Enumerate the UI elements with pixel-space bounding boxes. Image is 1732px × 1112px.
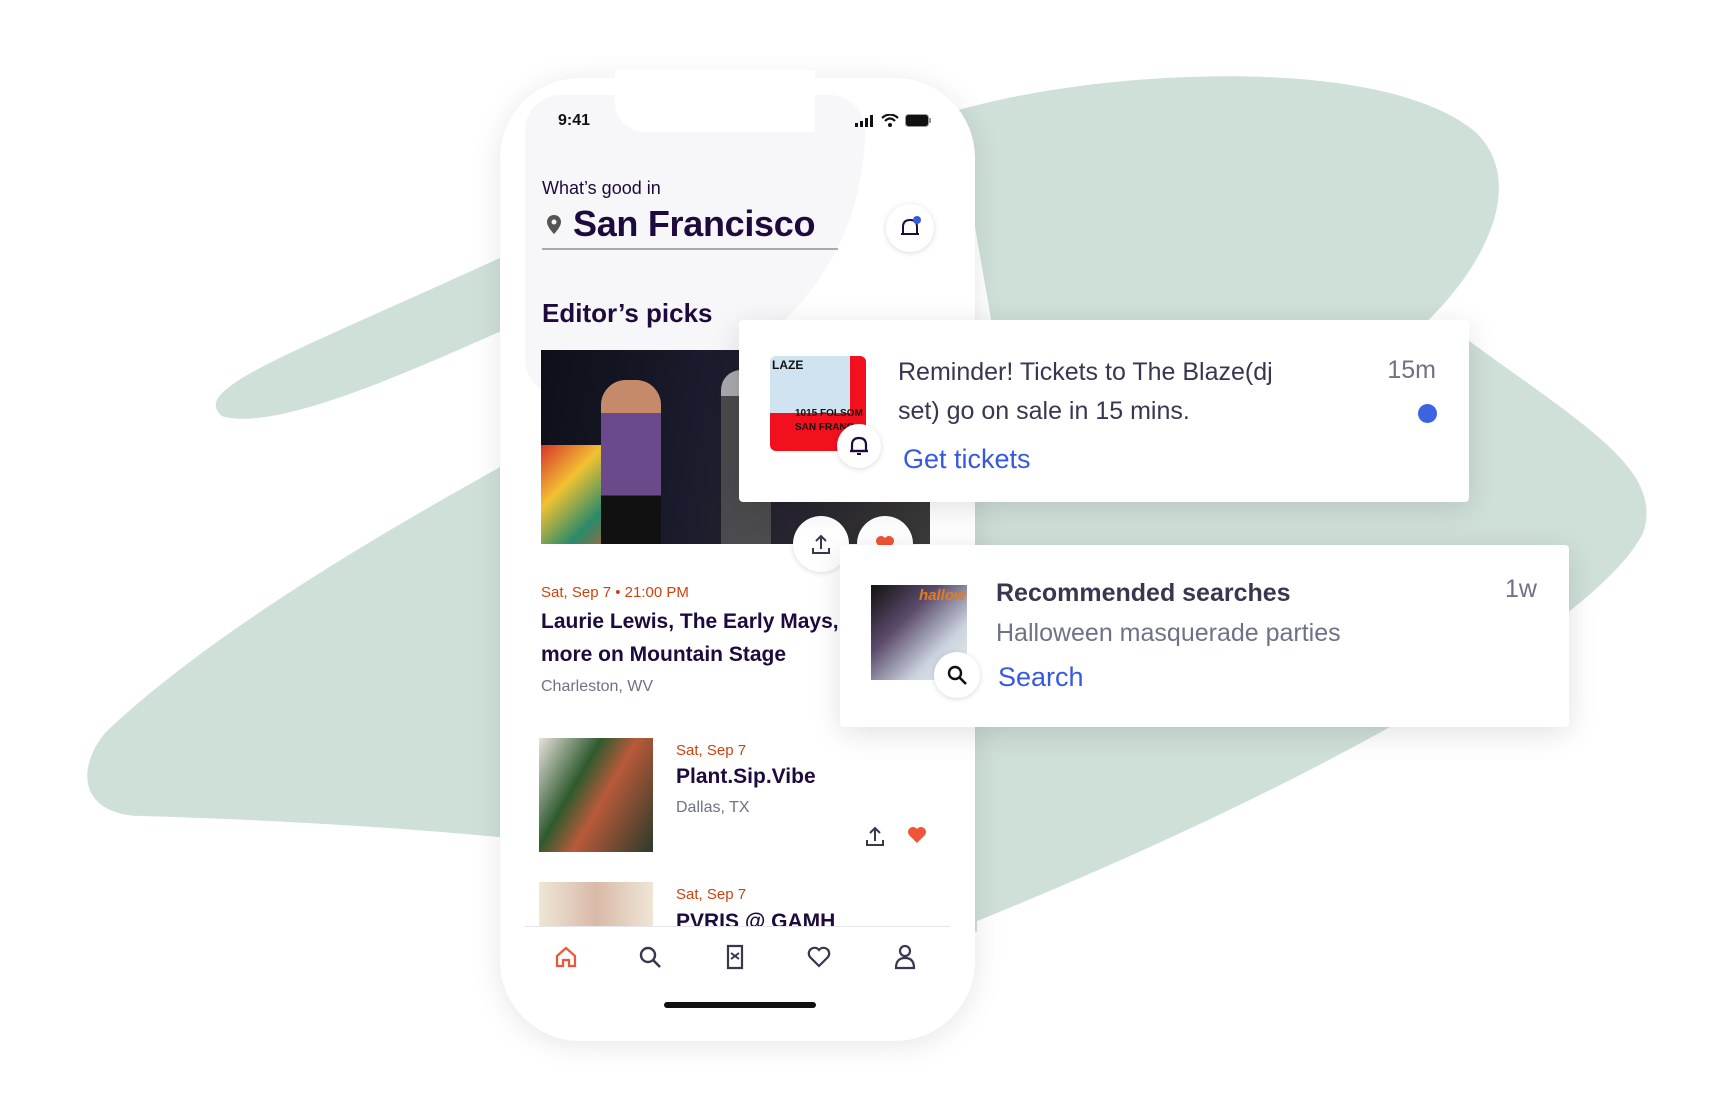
search-icon <box>947 665 967 685</box>
city-underline <box>542 248 838 250</box>
featured-title-line2[interactable]: more on Mountain Stage <box>541 639 786 671</box>
share-icon[interactable] <box>865 825 885 847</box>
phone-notch <box>615 70 815 132</box>
status-time: 9:41 <box>558 112 591 129</box>
notification-title: Recommended searches <box>996 579 1291 607</box>
event-location: Dallas, TX <box>676 799 750 816</box>
blob-left <box>215 253 522 419</box>
tab-tickets[interactable] <box>718 940 752 974</box>
event-title[interactable]: PVRIS @ GAMH <box>676 906 835 926</box>
event-thumbnail[interactable] <box>539 738 653 852</box>
location-prompt: What’s good in <box>542 178 661 198</box>
event-row-clipped: Sat, Sep 7 PVRIS @ GAMH <box>525 870 950 926</box>
featured-title-line1[interactable]: Laurie Lewis, The Early Mays, <box>541 606 841 638</box>
bell-icon <box>901 216 921 235</box>
notification-age: 15m <box>1387 356 1436 384</box>
event-thumbnail[interactable] <box>539 882 653 926</box>
get-tickets-link[interactable]: Get tickets <box>903 444 1031 475</box>
location-pin-icon <box>547 215 561 234</box>
heart-icon <box>807 946 831 968</box>
event-date: Sat, Sep 7 <box>676 886 747 903</box>
share-icon <box>812 534 830 554</box>
city-selector[interactable]: San Francisco <box>573 203 816 245</box>
tab-likes[interactable] <box>802 940 836 974</box>
notification-message-line2: set) go on sale in 15 mins. <box>898 397 1190 425</box>
featured-location: Charleston, WV <box>541 678 654 695</box>
heart-icon[interactable] <box>907 826 927 844</box>
section-title: Editor’s picks <box>542 298 713 328</box>
notification-recommended-search[interactable]: hallow Recommended searches Halloween ma… <box>840 545 1569 727</box>
wifi-icon <box>881 114 899 127</box>
home-icon <box>555 946 577 968</box>
home-indicator <box>664 1002 816 1008</box>
search-icon <box>639 946 661 968</box>
tab-home[interactable] <box>549 940 583 974</box>
notification-type-badge <box>934 652 980 698</box>
search-link[interactable]: Search <box>998 662 1084 693</box>
event-title[interactable]: Plant.Sip.Vibe <box>676 761 816 793</box>
signal-icon <box>855 115 873 127</box>
unread-dot <box>1418 404 1437 423</box>
featured-date: Sat, Sep 7 • 21:00 PM <box>541 584 689 601</box>
notification-subtitle: Halloween masquerade parties <box>996 619 1341 647</box>
notification-type-badge <box>837 424 881 468</box>
notifications-button[interactable] <box>886 204 934 252</box>
ticket-icon <box>726 944 744 970</box>
tab-search[interactable] <box>633 940 667 974</box>
battery-icon <box>905 114 931 127</box>
notification-message-line1: Reminder! Tickets to The Blaze(dj <box>898 358 1273 386</box>
bell-icon <box>850 436 868 455</box>
event-date: Sat, Sep 7 <box>676 742 747 759</box>
status-icons <box>855 114 932 127</box>
profile-icon <box>894 944 916 970</box>
tab-profile[interactable] <box>888 940 922 974</box>
notification-reminder[interactable]: LAZE 1015 FOLSOM SAN FRANC Reminder! Tic… <box>739 320 1469 502</box>
notification-age: 1w <box>1505 575 1537 603</box>
tab-bar-divider <box>525 926 950 927</box>
